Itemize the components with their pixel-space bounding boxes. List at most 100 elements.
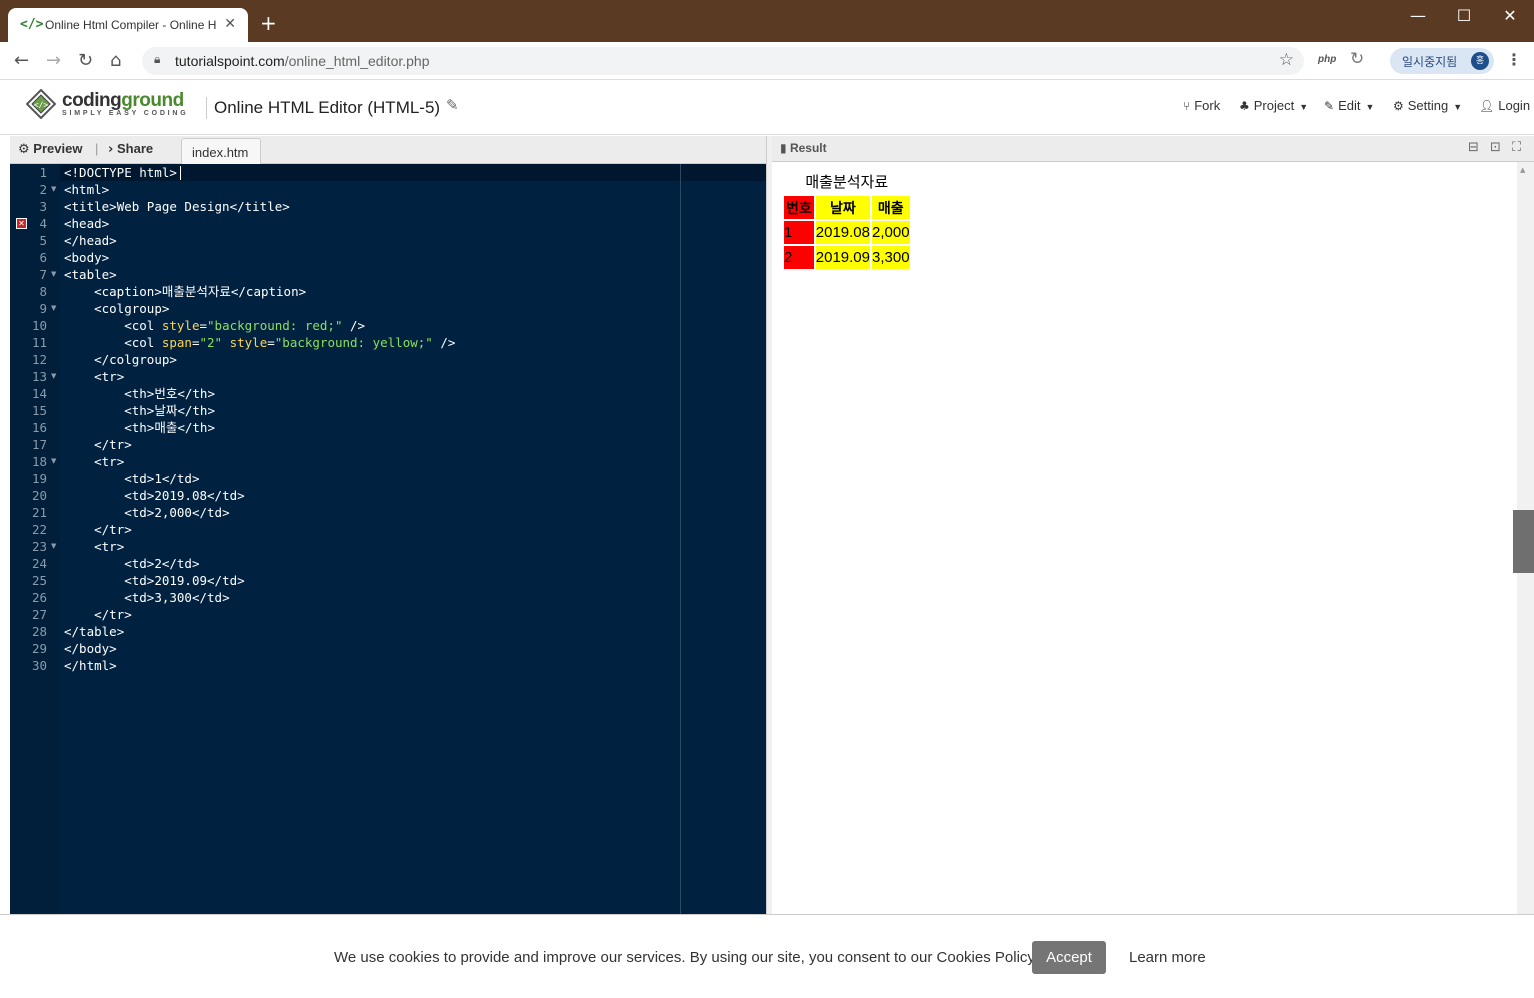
code-line[interactable]: <table> [64,266,117,283]
code-line[interactable]: <colgroup> [64,300,169,317]
code-line[interactable]: </html> [64,657,117,674]
code-line[interactable]: <caption>매출분석자료</caption> [64,283,306,300]
share-button[interactable]: › Share [108,141,153,157]
chevron-down-icon: ▼ [1299,102,1309,112]
home-icon[interactable]: ⌂ [110,50,121,71]
line-number: 10 [31,318,47,333]
code-line[interactable]: <th>번호</th> [64,385,215,402]
result-toolbar: ▮ Result ⊟ ⊡ ⛶ [772,136,1534,162]
preview-button[interactable]: ⚙ Preview [18,141,82,157]
edit-title-icon[interactable]: ✎ [446,96,459,114]
code-line[interactable]: <tr> [64,368,124,385]
code-line[interactable]: <col span="2" style="background: yellow;… [64,334,455,351]
code-favicon-icon: </> [20,17,44,32]
code-editor[interactable]: 1 2 ▼ 3 4 5 6 7 ▼ 8 9 ▼ 10 11 12 13 ▼ 14 15 16 17 18 ▼ 19 20 21 22… [10,164,766,914]
login-link[interactable]: 👤︎ Login [1479,98,1530,113]
address-bar[interactable]: 🔒︎ tutorialspoint.com/online_html_editor… [142,47,1304,75]
accept-button[interactable]: Accept [1032,941,1106,974]
table-caption: 매출분석자료 [805,173,889,191]
page-title: Online HTML Editor (HTML-5) [214,98,441,117]
code-line[interactable]: <head> [64,215,109,232]
scrollbar-thumb[interactable] [1513,510,1534,573]
logo-tagline: SIMPLY EASY CODING [62,110,189,117]
file-tab-label: index.htm [192,145,249,160]
url-text[interactable]: tutorialspoint.com/online_html_editor.ph… [175,53,430,69]
line-number: 13 [31,369,47,384]
file-tab-index[interactable]: index.htm [181,138,261,164]
table-cell: 2 [784,246,814,269]
fold-arrow-icon[interactable]: ▼ [51,453,56,470]
code-line[interactable]: <td>2,000</td> [64,504,229,521]
code-line[interactable]: <tr> [64,538,124,555]
code-line[interactable]: <td>2019.09</td> [64,572,244,589]
code-line[interactable]: <col style="background: red;" /> [64,317,365,334]
code-line[interactable]: </tr> [64,521,132,538]
line-number: 16 [31,420,47,435]
codingground-logo-icon[interactable]: </> [26,89,56,119]
maximize-button[interactable]: ☐ [1444,6,1484,25]
code-line[interactable]: </tr> [64,606,132,623]
browser-menu-icon[interactable]: ⋮ [1506,50,1522,69]
sitemap-icon: ♣ [1239,99,1250,113]
forward-icon[interactable]: → [46,50,61,71]
error-marker-icon[interactable]: ✕ [16,218,27,229]
code-line[interactable]: </tr> [64,436,132,453]
fold-arrow-icon[interactable]: ▼ [51,300,56,317]
close-tab-icon[interactable]: ✕ [224,16,236,32]
minimize-button[interactable]: — [1398,6,1438,25]
fold-arrow-icon[interactable]: ▼ [51,181,56,198]
fork-menu[interactable]: ⑂ Fork [1183,98,1220,113]
code-line[interactable]: <!DOCTYPE html> [64,164,177,181]
line-number: 3 [39,199,47,214]
code-line[interactable]: <td>1</td> [64,470,199,487]
code-line[interactable]: <body> [64,249,109,266]
setting-menu[interactable]: ⚙ Setting ▼ [1393,98,1462,113]
line-number: 26 [31,590,47,605]
project-menu[interactable]: ♣ Project ▼ [1239,98,1308,113]
bookmark-star-icon[interactable]: ☆ [1279,50,1294,70]
collapse-icon[interactable]: ⊟ [1468,140,1479,155]
table-header: 날짜 [815,196,870,219]
code-line[interactable]: <td>2</td> [64,555,199,572]
php-extension-icon[interactable]: php [1318,54,1336,65]
gear-icon: ⚙ [1393,99,1404,113]
code-line[interactable]: </body> [64,640,117,657]
code-line[interactable]: <td>3,300</td> [64,589,229,606]
learn-more-link[interactable]: Learn more [1129,949,1206,966]
fold-arrow-icon[interactable]: ▼ [51,266,56,283]
table-cell: 2019.08 [815,221,870,244]
table-cell: 2,000 [872,221,910,244]
table-header: 매출 [872,196,910,219]
code-line[interactable]: <th>매출</th> [64,419,215,436]
code-line[interactable]: <th>날짜</th> [64,402,215,419]
table-row: 2 2019.09 3,300 [784,246,910,269]
code-line[interactable]: <td>2019.08</td> [64,487,244,504]
code-line[interactable]: </colgroup> [64,351,177,368]
restore-icon[interactable]: ⊡ [1490,140,1501,155]
code-line[interactable]: <tr> [64,453,124,470]
print-margin [680,164,681,914]
line-number: 22 [31,522,47,537]
table-cell: 3,300 [872,246,910,269]
new-tab-button[interactable]: + [260,11,277,35]
line-number: 29 [31,641,47,656]
code-line[interactable]: <title>Web Page Design</title> [64,198,290,215]
editor-toolbar: ⚙ Preview | › Share index.htm [10,136,766,164]
code-line[interactable]: </table> [64,623,124,640]
toolbar-separator: | [95,141,99,156]
scroll-up-icon[interactable]: ▲ [1520,166,1525,174]
edit-menu[interactable]: ✎ Edit ▼ [1324,98,1374,113]
browser-tab[interactable]: </> Online Html Compiler - Online H ✕ [8,8,248,42]
fold-arrow-icon[interactable]: ▼ [51,538,56,555]
logo-text[interactable]: codingground [62,90,184,112]
reload-icon[interactable]: ↻ [78,50,93,71]
code-line[interactable]: </head> [64,232,117,249]
fold-arrow-icon[interactable]: ▼ [51,368,56,385]
profile-button[interactable]: 일시중지됨 홍 [1390,48,1494,74]
close-window-button[interactable]: ✕ [1490,6,1530,25]
lock-icon[interactable]: 🔒︎ [154,52,160,67]
fullscreen-icon[interactable]: ⛶ [1512,140,1521,155]
code-line[interactable]: <html> [64,181,109,198]
extension-reload-icon[interactable]: ↻ [1350,49,1364,69]
back-icon[interactable]: ← [14,50,29,71]
